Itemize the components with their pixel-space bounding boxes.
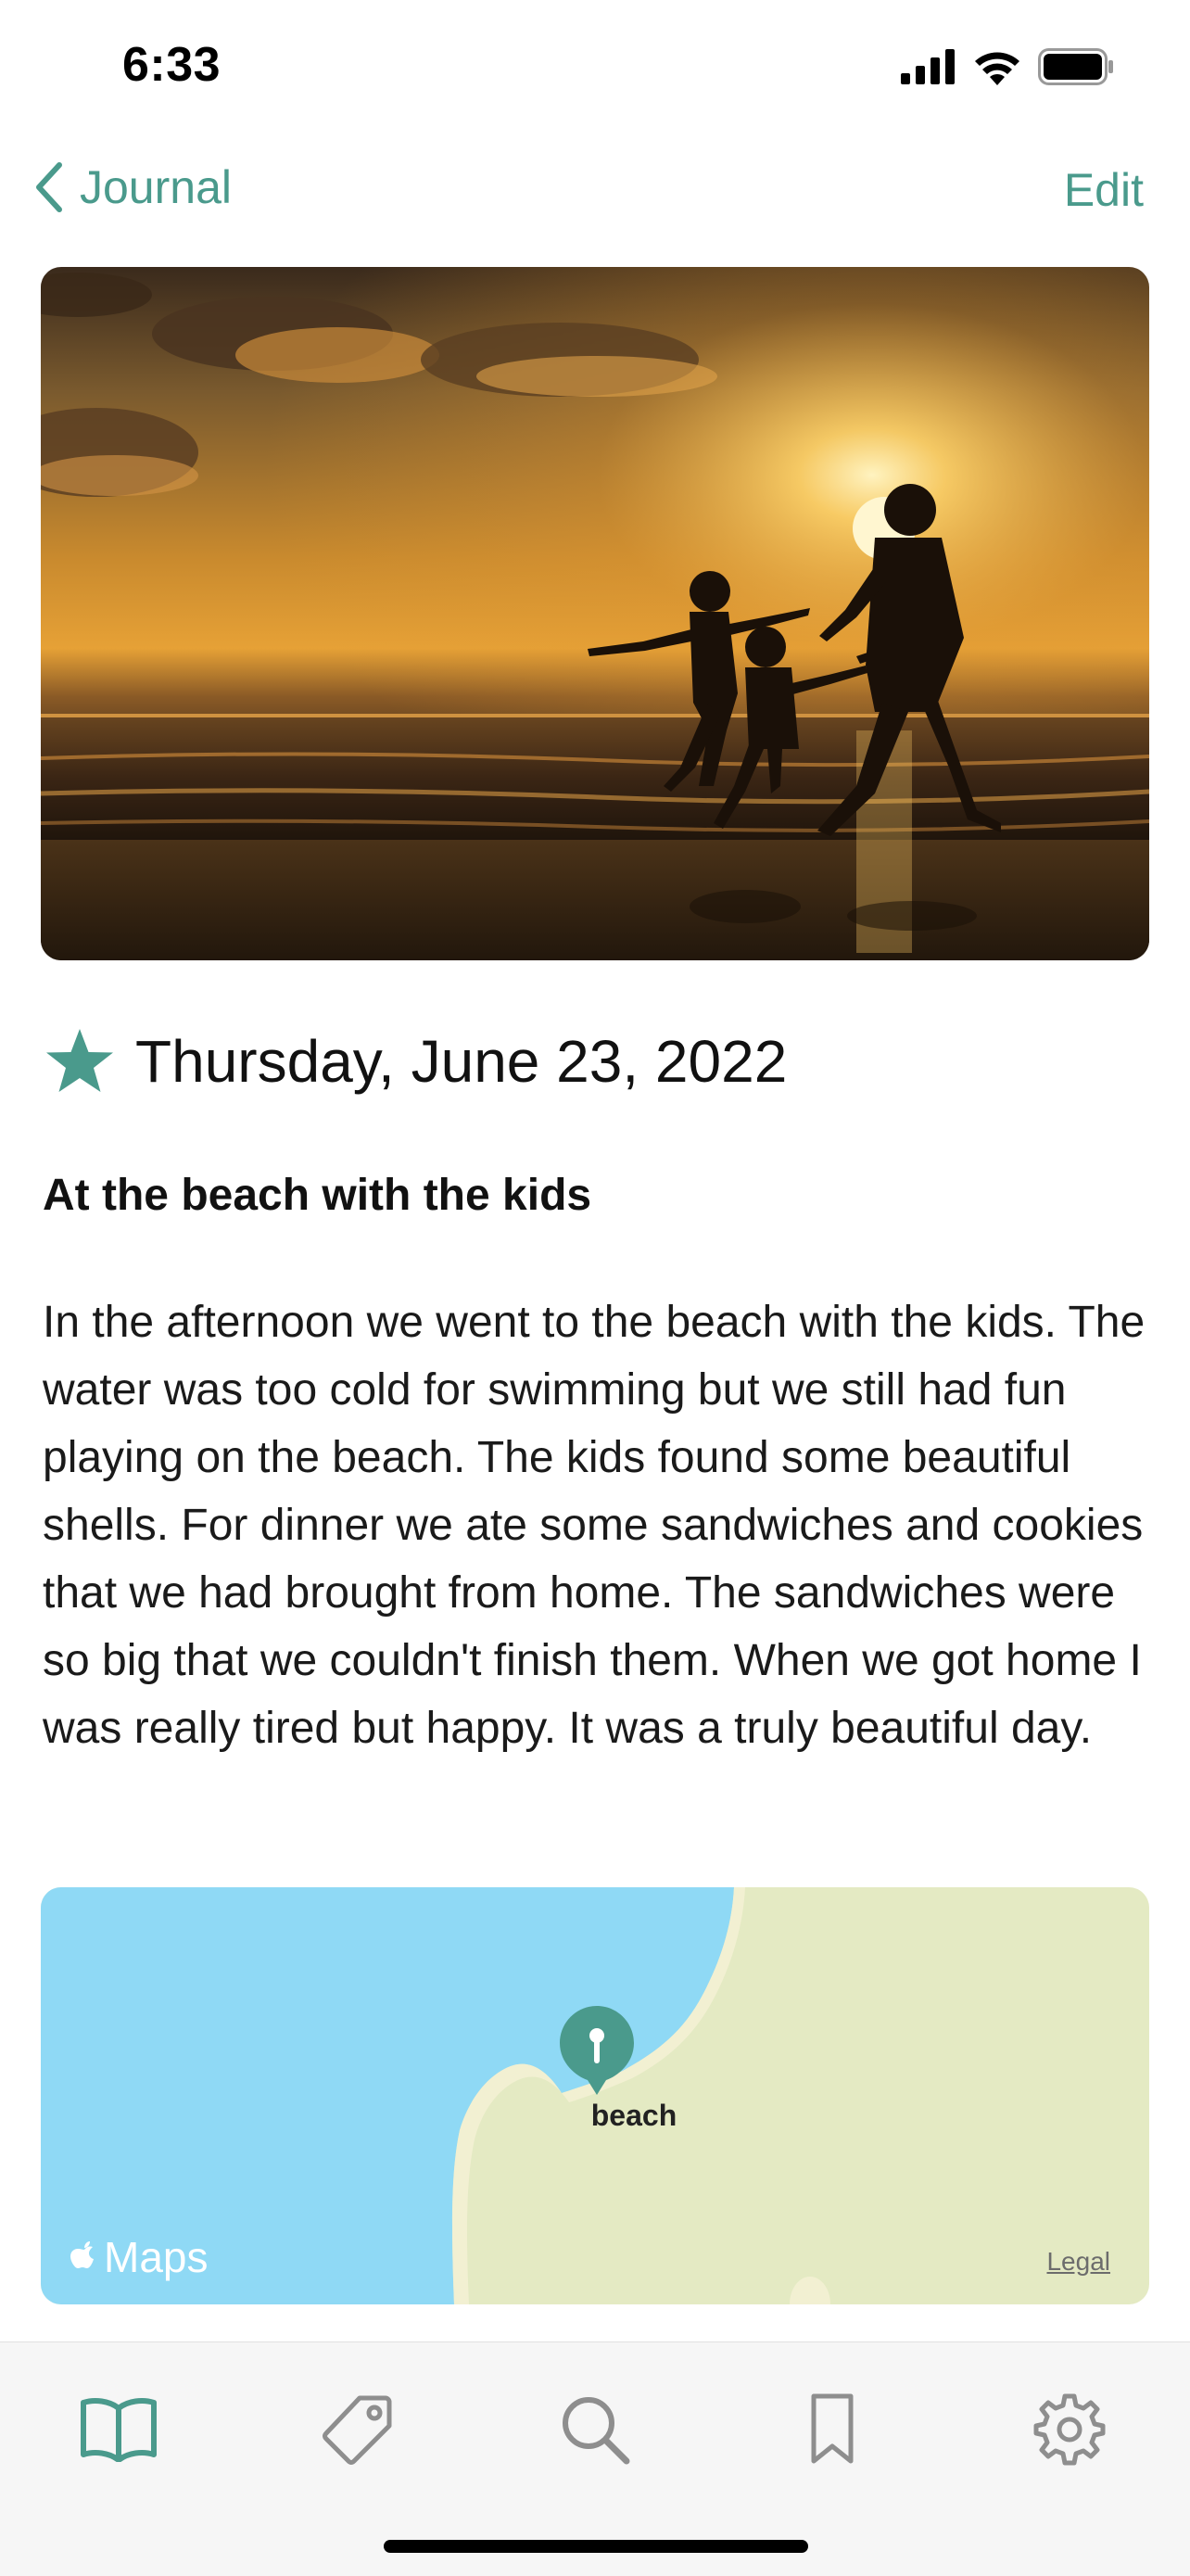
tab-tags[interactable] [310, 2383, 402, 2476]
search-icon [563, 2397, 630, 2465]
tab-settings[interactable] [1023, 2383, 1116, 2476]
back-label: Journal [80, 161, 232, 213]
tag-icon [323, 2395, 392, 2465]
bookmark-icon [811, 2393, 854, 2464]
maps-logo-text: Maps [104, 2233, 209, 2281]
status-time: 6:33 [122, 38, 222, 92]
entry-photo[interactable] [41, 267, 1149, 960]
back-button[interactable]: Journal [32, 159, 232, 215]
map-pin-label: beach [590, 2099, 677, 2132]
tab-bookmarks[interactable] [786, 2383, 879, 2476]
status-icons [901, 46, 1114, 87]
chevron-left-icon [36, 162, 62, 212]
entry-date-row: Thursday, June 23, 2022 [44, 1027, 787, 1096]
cellular-signal-icon [901, 49, 955, 84]
edit-button[interactable]: Edit [1064, 163, 1144, 217]
favorite-star-icon[interactable] [44, 1027, 115, 1096]
map-legal-link[interactable]: Legal [1046, 2247, 1110, 2277]
book-icon [81, 2398, 157, 2462]
battery-icon [1038, 48, 1113, 85]
entry-title: At the beach with the kids [43, 1171, 592, 1220]
location-map[interactable]: beach Maps Legal [41, 1887, 1149, 2304]
home-indicator[interactable] [384, 2540, 808, 2553]
gear-icon [1033, 2393, 1106, 2466]
wifi-icon [975, 52, 1019, 85]
entry-date: Thursday, June 23, 2022 [135, 1028, 788, 1095]
map-pin-icon[interactable] [554, 2002, 639, 2102]
tab-journal[interactable] [72, 2383, 165, 2476]
entry-body: In the afternoon we went to the beach wi… [43, 1298, 1146, 1753]
maps-logo: Maps [69, 2232, 208, 2282]
apple-logo-icon [70, 2241, 94, 2268]
tab-search[interactable] [549, 2383, 641, 2476]
beach-sunset-image [41, 267, 1149, 960]
